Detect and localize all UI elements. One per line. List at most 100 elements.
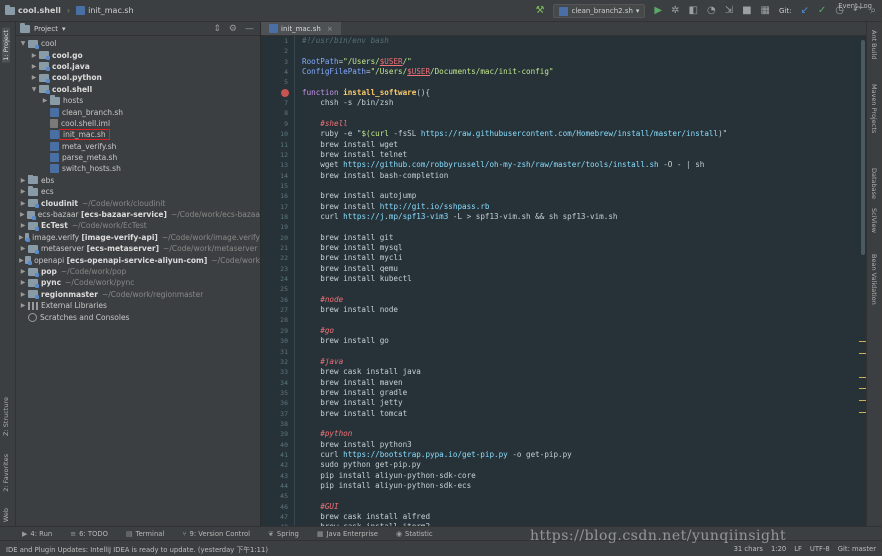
- chevron-right-icon[interactable]: ▶: [19, 177, 27, 184]
- tree-item[interactable]: ▶ hosts: [16, 94, 260, 106]
- code-line[interactable]: brew install mycli: [302, 253, 402, 263]
- code-line[interactable]: #!/usr/bin/env bash: [302, 36, 389, 46]
- run-configuration-select[interactable]: clean_branch2.sh ▾: [553, 4, 646, 18]
- chevron-right-icon[interactable]: ▶: [19, 268, 27, 275]
- gear-icon[interactable]: ⚙: [229, 24, 237, 34]
- database-tool-tab[interactable]: Database: [870, 168, 878, 199]
- structure-tool-tab[interactable]: Z: Structure: [2, 397, 10, 436]
- project-structure-icon[interactable]: ▦: [761, 6, 770, 16]
- maven-projects-tool-tab[interactable]: Maven Projects: [870, 84, 878, 133]
- tree-item[interactable]: ▶ pync ~/Code/work/pync: [16, 277, 260, 288]
- project-tool-tab[interactable]: 1: Project: [2, 28, 10, 63]
- tool-window-button[interactable]: ▤ Terminal: [126, 530, 164, 538]
- tool-window-button[interactable]: ▦ Java Enterprise: [317, 530, 378, 538]
- code-line[interactable]: brew install go: [302, 336, 389, 346]
- code-line[interactable]: brew install http://git.io/sshpass.rb: [302, 202, 489, 212]
- code-line[interactable]: brew cask install java: [302, 367, 421, 377]
- collapse-all-icon[interactable]: ⇕: [213, 24, 221, 34]
- coverage-icon[interactable]: ◧: [689, 6, 698, 16]
- code-line[interactable]: pip install aliyun-python-sdk-ecs: [302, 481, 471, 491]
- code-line[interactable]: brew install node: [302, 305, 398, 315]
- code-line[interactable]: #node: [302, 295, 343, 305]
- code-line[interactable]: brew install maven: [302, 378, 402, 388]
- scroll-marker[interactable]: [859, 412, 866, 413]
- code-line[interactable]: brew install wget: [302, 140, 398, 150]
- code-line[interactable]: wget https://github.com/robbyrussell/oh-…: [302, 160, 704, 170]
- code-line[interactable]: brew install mysql: [302, 243, 402, 253]
- sciview-tool-tab[interactable]: SciView: [870, 208, 878, 233]
- chevron-right-icon[interactable]: ▶: [19, 279, 27, 286]
- code-line[interactable]: brew install jetty: [302, 398, 402, 408]
- editor-tab-init-mac[interactable]: init_mac.sh ×: [261, 22, 341, 35]
- tree-item[interactable]: ▶ ebs: [16, 174, 260, 186]
- profile-icon[interactable]: ◔: [707, 6, 716, 16]
- code-line[interactable]: #python: [302, 429, 352, 439]
- tree-item[interactable]: switch_hosts.sh: [16, 163, 260, 174]
- scroll-marker[interactable]: [859, 353, 866, 354]
- tree-item[interactable]: ▶ image.verify [image-verify-api] ~/Code/w…: [16, 232, 260, 243]
- tree-item[interactable]: ▶ pop ~/Code/work/pop: [16, 266, 260, 277]
- code-line[interactable]: RootPath="/Users/$USER/": [302, 57, 412, 67]
- tree-item[interactable]: ▶ EcTest ~/Code/work/EcTest: [16, 220, 260, 231]
- tree-item[interactable]: ▶ ecs-bazaar [ecs-bazaar-service] ~/Code/w…: [16, 209, 260, 220]
- chevron-right-icon[interactable]: ▶: [19, 234, 24, 241]
- tree-item[interactable]: meta_verify.sh: [16, 141, 260, 152]
- code-line[interactable]: brew install autojump: [302, 191, 416, 201]
- breadcrumb-root[interactable]: cool.shell: [18, 6, 61, 15]
- chevron-down-icon[interactable]: ▼: [19, 40, 27, 47]
- tool-window-button[interactable]: ◉ Statistic: [396, 530, 433, 538]
- code-line[interactable]: chsh -s /bin/zsh: [302, 98, 393, 108]
- chevron-right-icon[interactable]: ▶: [19, 200, 27, 207]
- scroll-marker[interactable]: [859, 388, 866, 389]
- chevron-right-icon[interactable]: ▶: [19, 291, 27, 298]
- code-line[interactable]: brew install gradle: [302, 388, 407, 398]
- build-hammer-icon[interactable]: ⚒: [536, 6, 545, 16]
- file-encoding[interactable]: UTF-8: [810, 545, 830, 553]
- tree-item[interactable]: ▼ cool: [16, 38, 260, 49]
- breadcrumb-file[interactable]: init_mac.sh: [88, 6, 134, 15]
- event-log-button[interactable]: Event Log: [838, 2, 872, 10]
- tree-item[interactable]: ▶ openapi [ecs-openapi-service-aliyun-com…: [16, 254, 260, 266]
- ant-build-tool-tab[interactable]: Ant Build: [870, 30, 878, 60]
- status-message[interactable]: IDE and Plugin Updates: IntelliJ IDEA is…: [6, 544, 268, 554]
- web-tool-tab[interactable]: Web: [2, 508, 10, 522]
- scroll-marker[interactable]: [859, 341, 866, 342]
- code-line[interactable]: ruby -e "$(curl -fsSL https://raw.github…: [302, 129, 727, 139]
- chevron-down-icon[interactable]: ▼: [30, 86, 38, 93]
- run-icon[interactable]: ▶: [654, 6, 662, 16]
- tool-window-button[interactable]: ❦ Spring: [268, 530, 299, 538]
- git-branch[interactable]: Git: master: [838, 545, 876, 553]
- code-line[interactable]: brew cask install alfred: [302, 512, 430, 522]
- code-line[interactable]: brew install kubectl: [302, 274, 411, 284]
- debug-icon[interactable]: ✲: [671, 6, 679, 16]
- tree-item[interactable]: ▶ ecs: [16, 186, 260, 197]
- chevron-right-icon[interactable]: ▶: [30, 74, 38, 81]
- stop-icon[interactable]: ■: [742, 6, 751, 16]
- code-line[interactable]: brew install telnet: [302, 150, 407, 160]
- tree-item[interactable]: ▶ External Libraries: [16, 300, 260, 311]
- code-line[interactable]: brew install python3: [302, 440, 411, 450]
- code-line[interactable]: #java: [302, 357, 343, 367]
- tree-item[interactable]: Scratches and Consoles: [16, 311, 260, 322]
- chevron-right-icon[interactable]: ▶: [19, 188, 27, 195]
- chevron-right-icon[interactable]: ▶: [19, 211, 26, 218]
- bean-validation-tool-tab[interactable]: Bean Validation: [870, 254, 878, 305]
- code-line[interactable]: brew install git: [302, 233, 393, 243]
- tree-item[interactable]: init_mac.sh: [16, 129, 260, 141]
- chevron-right-icon[interactable]: ▶: [19, 257, 24, 264]
- scroll-marker[interactable]: [859, 400, 866, 401]
- chevron-right-icon[interactable]: ▶: [41, 97, 49, 104]
- git-commit-icon[interactable]: ✓: [818, 6, 826, 16]
- code-line[interactable]: #shell: [302, 119, 347, 129]
- chevron-right-icon[interactable]: ▶: [19, 222, 27, 229]
- tree-item[interactable]: ▶ cool.java: [16, 61, 260, 72]
- code-line[interactable]: function install_software(){: [302, 88, 430, 98]
- attach-debugger-icon[interactable]: ⇲: [725, 6, 733, 16]
- code-area[interactable]: 1234567891011121314151617181920212223242…: [261, 36, 866, 526]
- tool-window-button[interactable]: ⑂ 9: Version Control: [182, 530, 250, 538]
- tree-item[interactable]: ▶ metaserver [ecs-metaserver] ~/Code/work/…: [16, 243, 260, 254]
- code-line[interactable]: pip install aliyun-python-sdk-core: [302, 471, 475, 481]
- tree-item[interactable]: ▶ cool.go: [16, 49, 260, 61]
- line-separator[interactable]: LF: [794, 545, 802, 553]
- favorites-tool-tab[interactable]: 2: Favorites: [2, 454, 10, 492]
